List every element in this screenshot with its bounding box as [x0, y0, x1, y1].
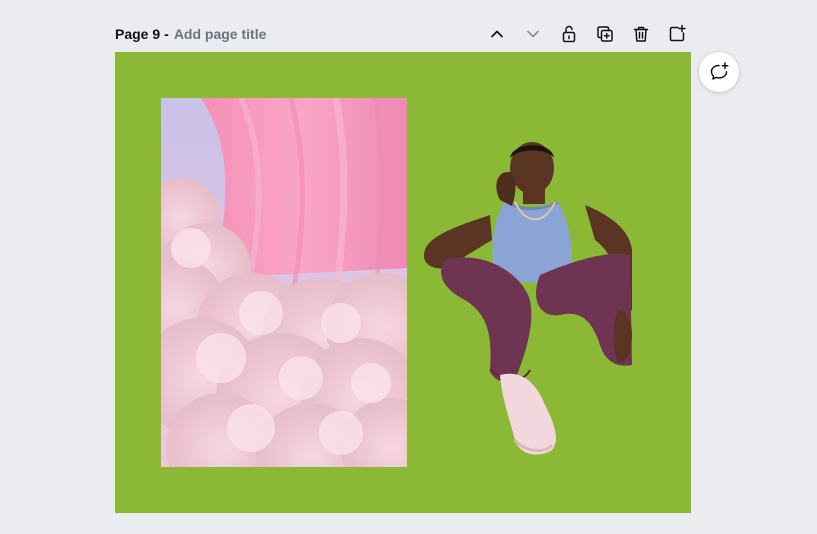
- seated-man-cutout[interactable]: [420, 140, 632, 457]
- move-page-up-button[interactable]: [485, 22, 509, 46]
- add-page-icon: [669, 24, 686, 42]
- duplicate-page-button[interactable]: [593, 22, 617, 46]
- page-title-input[interactable]: Add page title: [174, 26, 267, 42]
- delete-page-button[interactable]: [629, 22, 653, 46]
- move-page-down-button[interactable]: [521, 22, 545, 46]
- add-page-button[interactable]: [665, 22, 689, 46]
- duplicate-icon: [597, 26, 613, 42]
- chevron-down-icon: [527, 30, 539, 38]
- chevron-up-icon: [491, 30, 503, 38]
- image-icon: [161, 98, 407, 467]
- trash-icon: [633, 26, 649, 42]
- unlock-icon: [562, 25, 576, 43]
- page-toolbar: [485, 22, 701, 46]
- cloud-curtain-photo[interactable]: [161, 98, 407, 467]
- page-title-separator: -: [164, 26, 169, 42]
- add-comment-button[interactable]: [699, 52, 739, 92]
- lock-page-button[interactable]: [557, 22, 581, 46]
- add-comment-icon: [710, 62, 729, 80]
- page-number-label: Page 9: [115, 26, 161, 42]
- image-icon: [424, 142, 632, 455]
- design-canvas[interactable]: [115, 52, 691, 513]
